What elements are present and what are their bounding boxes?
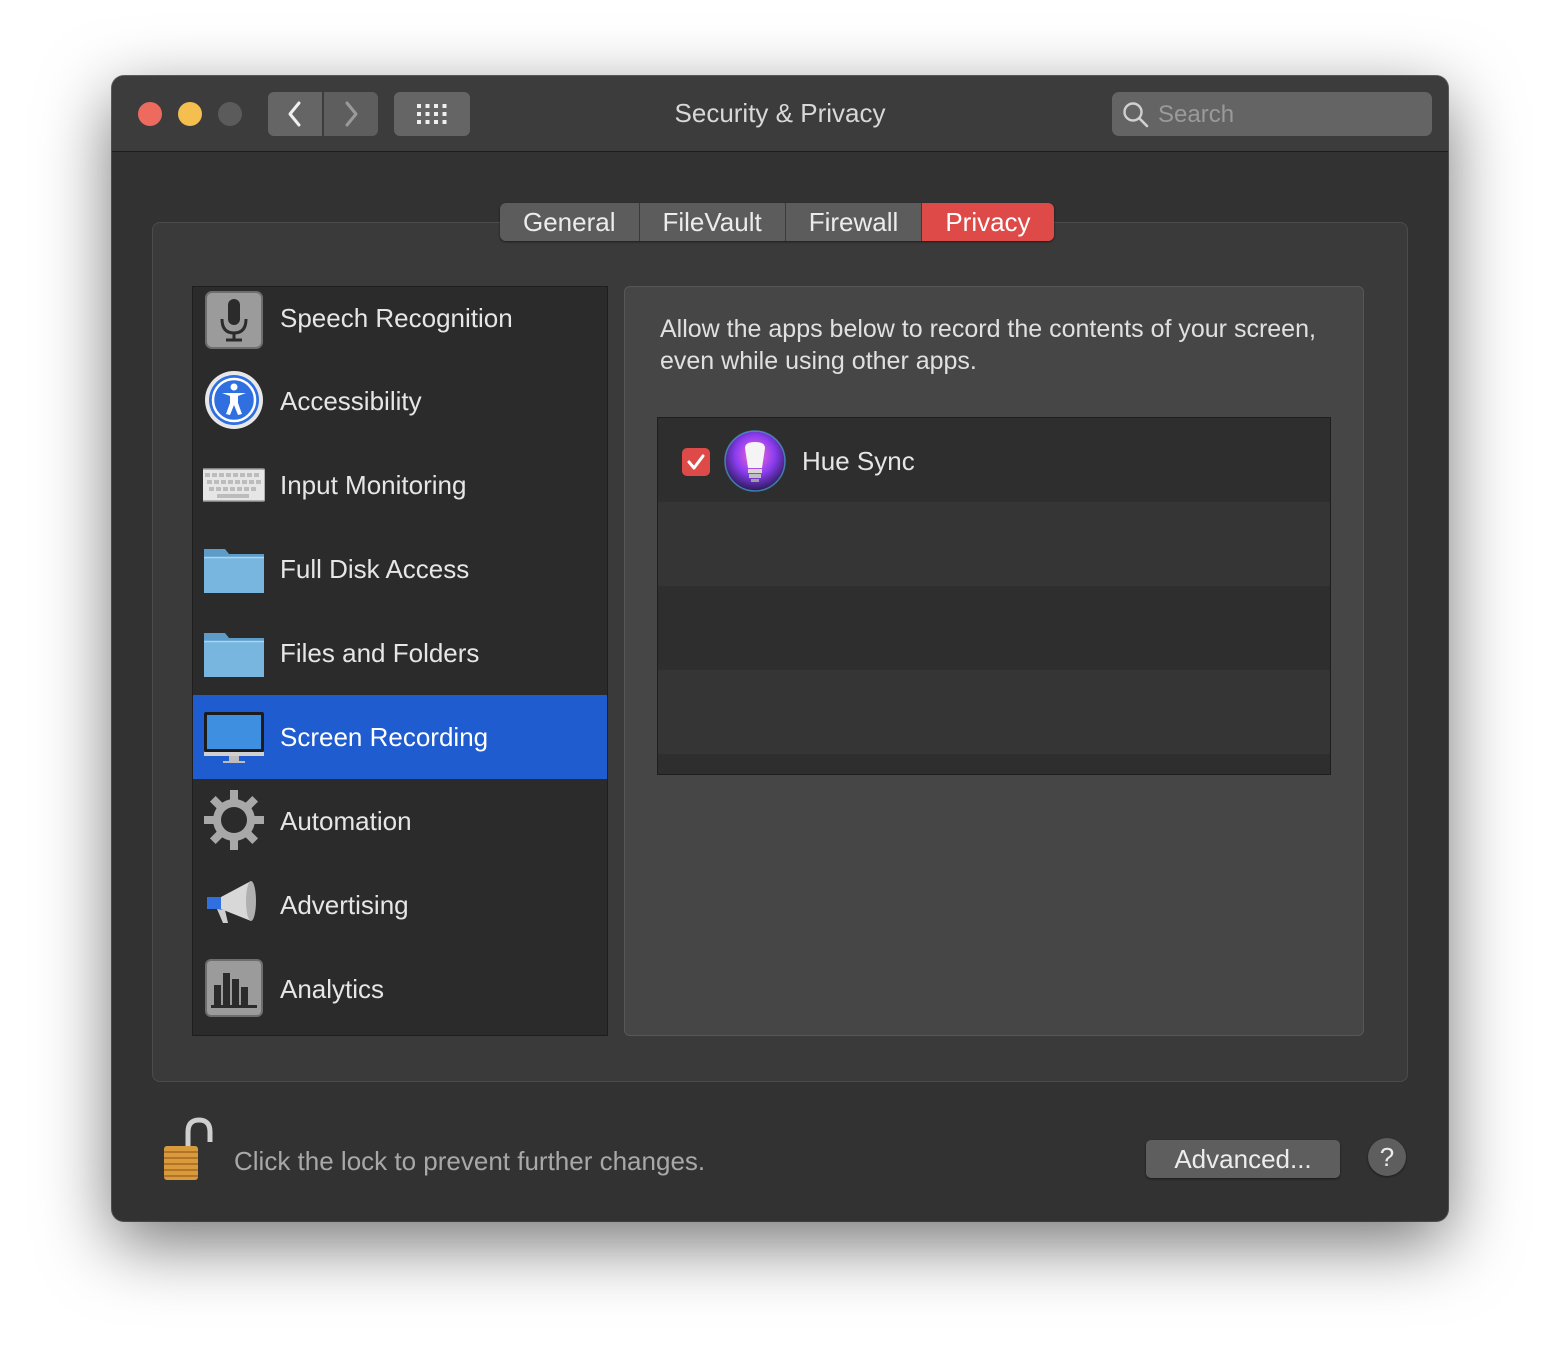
privacy-detail-pane: Allow the apps below to record the conte…: [624, 286, 1364, 1036]
accessibility-icon: [205, 371, 263, 429]
sidebar-item-analytics[interactable]: Analytics: [193, 947, 607, 1031]
folder-icon: [204, 633, 264, 677]
tab-general[interactable]: General: [500, 203, 640, 241]
sidebar-item-label: Full Disk Access: [280, 554, 470, 584]
microphone-icon: [205, 291, 263, 349]
empty-list-row: [658, 670, 1330, 754]
advanced-button[interactable]: Advanced...: [1146, 1140, 1340, 1178]
sidebar-item-advertising[interactable]: Advertising: [193, 863, 607, 947]
unlocked-lock-icon[interactable]: [156, 1116, 218, 1186]
sidebar-item-label: Speech Recognition: [280, 303, 513, 333]
search-input[interactable]: [1156, 92, 1420, 138]
empty-list-row: [658, 586, 1330, 670]
folder-icon: [204, 549, 264, 593]
app-list: Hue Sync: [657, 417, 1331, 775]
sidebar-item-label: Screen Recording: [280, 722, 489, 752]
display-icon: [204, 712, 264, 763]
sidebar-item-label: Automation: [280, 806, 412, 836]
gear-icon: [204, 790, 264, 850]
sidebar-item-input-monitoring[interactable]: Input Monitoring: [193, 443, 607, 527]
tab-filevault[interactable]: FileVault: [639, 203, 786, 241]
sidebar-item-speech-recognition[interactable]: Speech Recognition: [193, 287, 607, 359]
bar-chart-icon: [205, 959, 263, 1017]
sidebar-item-accessibility[interactable]: Accessibility: [193, 359, 607, 443]
list-item[interactable]: Hue Sync: [658, 418, 1330, 502]
empty-list-row: [658, 502, 1330, 586]
sidebar-item-label: Accessibility: [280, 386, 422, 416]
app-checkbox[interactable]: [682, 448, 710, 476]
lock-status-text: Click the lock to prevent further change…: [234, 1146, 706, 1176]
tab-privacy[interactable]: Privacy: [922, 203, 1054, 241]
hue-sync-bulb-icon: [724, 430, 786, 492]
sidebar-item-label: Input Monitoring: [280, 470, 467, 500]
help-button[interactable]: ?: [1368, 1138, 1406, 1176]
privacy-category-list: Speech Recognition Accessibility Input M…: [192, 286, 608, 1036]
sidebar-item-label: Files and Folders: [280, 638, 480, 668]
search-field[interactable]: [1112, 92, 1432, 138]
app-name: Hue Sync: [802, 446, 915, 476]
sidebar-item-label: Advertising: [280, 890, 409, 920]
sidebar-item-label: Analytics: [280, 974, 385, 1004]
sidebar-item-full-disk-access[interactable]: Full Disk Access: [193, 527, 607, 611]
checkmark-icon: [687, 454, 705, 470]
sidebar-item-files-and-folders[interactable]: Files and Folders: [193, 611, 607, 695]
keyboard-icon: [203, 468, 265, 502]
sidebar-item-screen-recording[interactable]: Screen Recording: [193, 695, 607, 779]
title-bar: Security & Privacy: [112, 76, 1448, 152]
search-icon: [1123, 102, 1149, 128]
preferences-window: Security & Privacy General FileVault Fir…: [112, 76, 1448, 1221]
tab-firewall[interactable]: Firewall: [785, 203, 923, 241]
tab-bar: General FileVault Firewall Privacy: [500, 203, 1054, 241]
megaphone-icon: [207, 881, 256, 923]
sidebar-item-automation[interactable]: Automation: [193, 779, 607, 863]
permission-description: Allow the apps below to record the conte…: [660, 315, 1316, 375]
